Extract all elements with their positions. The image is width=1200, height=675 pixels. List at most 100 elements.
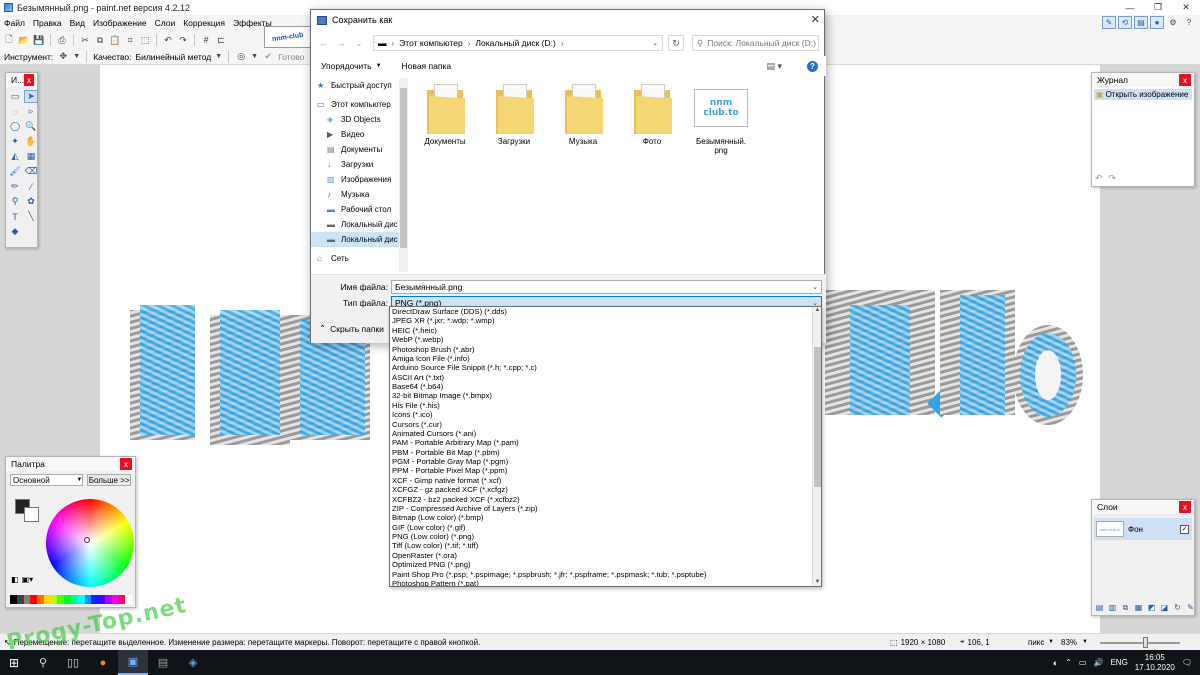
folder-item[interactable]: Документы — [419, 82, 471, 155]
ruler-icon[interactable]: ⊏ — [215, 34, 227, 46]
settings-icon[interactable]: ⚙ — [1166, 16, 1180, 29]
filetype-option[interactable]: HEIC (*.heic) — [391, 326, 821, 335]
palette-swatch[interactable] — [84, 595, 92, 604]
redo-icon[interactable]: ↷ — [1109, 173, 1117, 184]
chevron-down-icon[interactable]: ▼ — [1048, 639, 1054, 645]
notifications-icon[interactable]: 🗨 — [1182, 658, 1192, 667]
chevron-down-icon[interactable]: ▼ — [251, 53, 258, 60]
nav-item[interactable]: ⌂ Сеть — [311, 251, 401, 266]
pencil-tool-icon[interactable]: ✏ — [8, 180, 22, 193]
filetype-option[interactable]: Arduino Source File Snippit (*.h; *.cpp;… — [391, 363, 821, 372]
virtualbox-taskbar-icon[interactable]: ◈ — [178, 650, 208, 675]
scroll-up-icon[interactable]: ▲ — [813, 307, 821, 316]
chevron-down-icon[interactable]: ▼ — [1082, 639, 1088, 645]
help-icon[interactable]: ? — [807, 60, 818, 72]
folder-item[interactable]: Музыка — [557, 82, 609, 155]
cut-icon[interactable]: ✂ — [79, 34, 91, 46]
undo-icon[interactable]: ↶ — [162, 34, 174, 46]
paste-icon[interactable]: 📋 — [109, 34, 121, 46]
eraser-tool-icon[interactable]: ⌫ — [24, 165, 38, 178]
ellipse-select-tool-icon[interactable]: ◯ — [8, 120, 22, 133]
nav-item[interactable]: ▬ Рабочий стол — [311, 202, 401, 217]
palette-swatch[interactable] — [30, 595, 38, 604]
magic-wand-tool-icon[interactable]: ✦ — [8, 135, 22, 148]
menu-layers[interactable]: Слои — [151, 18, 180, 28]
chevron-right-icon[interactable]: › — [392, 39, 395, 48]
done-button[interactable]: Готово — [278, 52, 304, 62]
chevron-down-icon[interactable]: ▼ — [73, 53, 80, 60]
secondary-color-swatch[interactable] — [24, 507, 39, 522]
new-folder-button[interactable]: Новая папка — [392, 61, 462, 71]
tools-panel-toggle-icon[interactable]: ✎ — [1102, 16, 1116, 29]
recent-locations-icon[interactable]: ⌄ — [355, 38, 363, 49]
navigation-scrollbar[interactable] — [399, 78, 408, 272]
text-tool-icon[interactable]: T — [8, 210, 22, 223]
language-indicator[interactable]: ENG — [1110, 658, 1127, 667]
tray-overflow-icon[interactable]: ⌃ — [1065, 658, 1072, 667]
address-bar[interactable]: ▬ › Этот компьютер › Локальный диск (D:)… — [373, 35, 663, 51]
palette-swatch[interactable] — [16, 595, 24, 604]
copy-icon[interactable]: ⧉ — [94, 34, 106, 46]
minimize-icon[interactable]: — — [1116, 0, 1144, 15]
new-file-icon[interactable]: 🗋 — [3, 34, 15, 46]
tray-app-icon[interactable]: ◐ — [1053, 658, 1058, 668]
network-tray-icon[interactable]: ▭ — [1079, 658, 1087, 667]
color-picker-tool-icon[interactable]: ⁄ — [24, 180, 38, 193]
palette-swatches[interactable] — [10, 595, 133, 604]
palette-swatch[interactable] — [50, 595, 58, 604]
zoom-value[interactable]: 83% — [1061, 638, 1077, 647]
close-icon[interactable]: ✕ — [811, 13, 820, 26]
reset-colors-icon[interactable]: ◧ — [11, 575, 19, 584]
maximize-icon[interactable]: ❐ — [1144, 0, 1172, 15]
organize-button[interactable]: Упорядочить ▼ — [311, 61, 392, 71]
refresh-button[interactable]: ↻ — [668, 35, 684, 51]
rotate-layer-icon[interactable]: ↻ — [1173, 603, 1182, 612]
move-layer-up-icon[interactable]: ◩ — [1147, 603, 1156, 612]
grid-icon[interactable]: # — [200, 34, 212, 46]
filetype-option[interactable]: GIF (Low color) (*.gif) — [391, 523, 821, 532]
open-file-icon[interactable]: 📂 — [18, 34, 30, 46]
palette-swatch[interactable] — [118, 595, 126, 604]
menu-adjustments[interactable]: Коррекция — [179, 18, 229, 28]
forward-arrow-icon[interactable]: → — [337, 38, 346, 49]
color-wheel[interactable] — [46, 499, 134, 587]
zoom-slider[interactable] — [1100, 642, 1180, 644]
palette-swatch[interactable] — [10, 595, 17, 604]
filetype-option[interactable]: Optimized PNG (*.png) — [391, 560, 821, 569]
filetype-option[interactable]: ZIP - Compressed Archive of Layers (*.zi… — [391, 504, 821, 513]
help-icon[interactable]: ? — [1182, 16, 1196, 29]
paintbrush-tool-icon[interactable]: 🖌 — [8, 165, 22, 178]
palette-swatch[interactable] — [23, 595, 31, 604]
image-tab-thumbnail[interactable]: nnm-club — [264, 26, 312, 48]
chevron-right-icon[interactable]: › — [561, 39, 564, 48]
explorer-taskbar-icon[interactable]: ▤ — [148, 650, 178, 675]
paintnet-taskbar-icon[interactable]: ▣ — [118, 650, 148, 675]
save-icon[interactable]: 💾 — [33, 34, 45, 46]
zoom-tool-icon[interactable]: 🔍 — [24, 120, 38, 133]
colors-panel-toggle-icon[interactable]: ● — [1150, 16, 1164, 29]
deselect-icon[interactable]: ⬚ — [139, 34, 151, 46]
menu-edit[interactable]: Правка — [29, 18, 66, 28]
shapes-tool-icon[interactable]: ◆ — [8, 225, 22, 238]
filetype-option[interactable]: PAM - Portable Arbitrary Map (*.pam) — [391, 438, 821, 447]
tools-window-header[interactable]: И... x — [6, 73, 37, 87]
nav-item[interactable]: ◈ 3D Objects — [311, 112, 401, 127]
close-icon[interactable]: x — [24, 74, 34, 86]
filetype-option[interactable]: Base64 (*.b64) — [391, 382, 821, 391]
palette-mode-select[interactable]: Основной ▼ — [10, 474, 84, 486]
filetype-option[interactable]: Cursors (*.cur) — [391, 420, 821, 429]
line-curve-tool-icon[interactable]: ╲ — [24, 210, 38, 223]
nav-item[interactable]: ↓ Загрузки — [311, 157, 401, 172]
file-item[interactable]: nnm club.to Безымянный.png — [694, 82, 748, 155]
layer-properties-icon[interactable]: ✎ — [1186, 603, 1195, 612]
layer-visibility-checkbox[interactable]: ✓ — [1180, 524, 1189, 534]
filetype-option[interactable]: ASCII Art (*.txt) — [391, 373, 821, 382]
palette-swatch[interactable] — [98, 595, 105, 604]
pan-tool-icon[interactable]: ✋ — [24, 135, 38, 148]
palette-swatch[interactable] — [37, 595, 44, 604]
palette-swatch[interactable] — [91, 595, 99, 604]
close-icon[interactable]: x — [120, 458, 132, 470]
palette-swatch[interactable] — [43, 595, 51, 604]
task-view-icon[interactable]: ▯▯ — [58, 650, 88, 675]
palette-swatch[interactable] — [71, 595, 78, 604]
